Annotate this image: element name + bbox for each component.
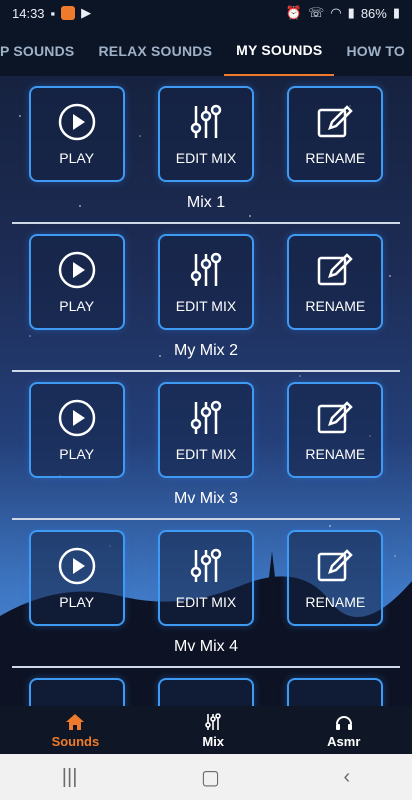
my-sounds-list[interactable]: PLAY EDIT MIX RENAME Mix 1 PLAY EDIT MIX… bbox=[0, 76, 412, 706]
rename-button[interactable]: RENAME bbox=[287, 382, 384, 478]
mix-row-partial bbox=[12, 668, 400, 706]
system-navigation-bar: ||| ▢ ‹ bbox=[0, 754, 412, 800]
category-tabs: P SOUNDS RELAX SOUNDS MY SOUNDS HOW TO bbox=[0, 26, 412, 76]
play-label: PLAY bbox=[59, 446, 95, 462]
edit-mix-button[interactable]: EDIT MIX bbox=[157, 86, 254, 182]
play-icon bbox=[58, 399, 95, 437]
bottom-navigation: Sounds Mix Asmr bbox=[0, 706, 412, 754]
nav-asmr[interactable]: Asmr bbox=[327, 712, 360, 749]
play-store-icon: ▶ bbox=[81, 5, 92, 20]
edit-mix-button[interactable] bbox=[157, 678, 254, 706]
rename-button[interactable]: RENAME bbox=[287, 86, 384, 182]
call-icon: ☏ bbox=[308, 5, 325, 20]
edit-mix-button[interactable]: EDIT MIX bbox=[157, 382, 254, 478]
mix-buttons: PLAY EDIT MIX RENAME bbox=[12, 382, 400, 478]
mix-row: PLAY EDIT MIX RENAME Mv Mix 3 bbox=[12, 372, 400, 520]
tab-p-sounds[interactable]: P SOUNDS bbox=[0, 26, 86, 76]
edit-mix-label: EDIT MIX bbox=[175, 150, 237, 166]
mix-row: PLAY EDIT MIX RENAME Mix 1 bbox=[12, 76, 400, 224]
mix-row: PLAY EDIT MIX RENAME My Mix 2 bbox=[12, 224, 400, 372]
back-icon[interactable]: ‹ bbox=[344, 766, 351, 789]
nav-sounds[interactable]: Sounds bbox=[51, 712, 100, 749]
play-label: PLAY bbox=[59, 298, 95, 314]
status-bar: 14:33 ▪ ▶ ⏰ ☏ ◠ ▮ 86% ▮ bbox=[0, 0, 412, 26]
play-label: PLAY bbox=[59, 594, 95, 610]
mix-buttons: PLAY EDIT MIX RENAME bbox=[12, 234, 400, 330]
edit-icon bbox=[318, 253, 354, 286]
recent-apps-icon[interactable]: ||| bbox=[62, 766, 78, 789]
edit-mix-label: EDIT MIX bbox=[175, 446, 237, 462]
rename-button[interactable]: RENAME bbox=[287, 530, 384, 626]
battery-level: 86% bbox=[360, 5, 387, 21]
app-notification-icon bbox=[61, 6, 76, 20]
rename-label: RENAME bbox=[305, 594, 366, 610]
alarm-icon: ⏰ bbox=[285, 5, 303, 20]
mix-name: Mv Mix 3 bbox=[174, 490, 238, 507]
rename-button[interactable]: RENAME bbox=[287, 234, 384, 330]
mix-buttons bbox=[12, 678, 400, 706]
tab-how-to[interactable]: HOW TO bbox=[334, 26, 412, 76]
mix-name: Mv Mix 4 bbox=[174, 638, 238, 655]
sliders-icon bbox=[190, 252, 222, 286]
edit-mix-label: EDIT MIX bbox=[175, 298, 237, 314]
status-time: 14:33 bbox=[12, 5, 45, 21]
play-button[interactable]: PLAY bbox=[28, 86, 125, 182]
tab-my-sounds[interactable]: MY SOUNDS bbox=[224, 26, 335, 76]
nav-sounds-label: Sounds bbox=[51, 733, 100, 749]
rename-label: RENAME bbox=[305, 298, 366, 314]
edit-mix-button[interactable]: EDIT MIX bbox=[157, 530, 254, 626]
edit-mix-label: EDIT MIX bbox=[175, 594, 237, 610]
sliders-icon bbox=[190, 104, 222, 138]
edit-icon bbox=[318, 105, 354, 138]
play-button[interactable] bbox=[28, 678, 125, 706]
play-button[interactable]: PLAY bbox=[28, 234, 125, 330]
headphones-icon bbox=[335, 715, 352, 730]
mix-name: Mix 1 bbox=[186, 194, 226, 211]
sliders-icon bbox=[190, 400, 222, 434]
battery-icon: ▮ bbox=[392, 5, 400, 20]
rename-button[interactable] bbox=[287, 678, 384, 706]
sliders-icon bbox=[205, 712, 221, 730]
sliders-icon bbox=[190, 548, 222, 582]
wifi-icon: ◠ bbox=[330, 5, 342, 20]
play-button[interactable]: PLAY bbox=[28, 530, 125, 626]
play-icon bbox=[58, 547, 95, 585]
nav-mix-label: Mix bbox=[202, 733, 225, 749]
play-button[interactable]: PLAY bbox=[28, 382, 125, 478]
play-icon bbox=[58, 251, 95, 289]
edit-mix-button[interactable]: EDIT MIX bbox=[157, 234, 254, 330]
status-right: ⏰ ☏ ◠ ▮ 86% ▮ bbox=[286, 5, 400, 21]
video-icon: ▪ bbox=[50, 5, 56, 21]
mix-rows: PLAY EDIT MIX RENAME Mix 1 PLAY EDIT MIX… bbox=[12, 76, 400, 706]
nav-asmr-label: Asmr bbox=[327, 733, 361, 749]
edit-icon bbox=[318, 401, 354, 434]
home-button-icon[interactable]: ▢ bbox=[201, 765, 220, 790]
home-icon bbox=[66, 713, 85, 730]
mix-buttons: PLAY EDIT MIX RENAME bbox=[12, 86, 400, 182]
mix-name: My Mix 2 bbox=[174, 342, 238, 359]
play-icon bbox=[58, 103, 95, 141]
nav-mix[interactable]: Mix bbox=[202, 712, 224, 749]
mix-buttons: PLAY EDIT MIX RENAME bbox=[12, 530, 400, 626]
mix-row: PLAY EDIT MIX RENAME Mv Mix 4 bbox=[12, 520, 400, 668]
play-label: PLAY bbox=[59, 150, 95, 166]
tab-relax-sounds[interactable]: RELAX SOUNDS bbox=[86, 26, 224, 76]
rename-label: RENAME bbox=[305, 446, 366, 462]
signal-icon: ▮ bbox=[347, 5, 355, 20]
rename-label: RENAME bbox=[305, 150, 366, 166]
edit-icon bbox=[318, 549, 354, 582]
tabs-inner: P SOUNDS RELAX SOUNDS MY SOUNDS HOW TO bbox=[0, 26, 412, 76]
status-left: 14:33 ▪ ▶ bbox=[12, 5, 91, 21]
